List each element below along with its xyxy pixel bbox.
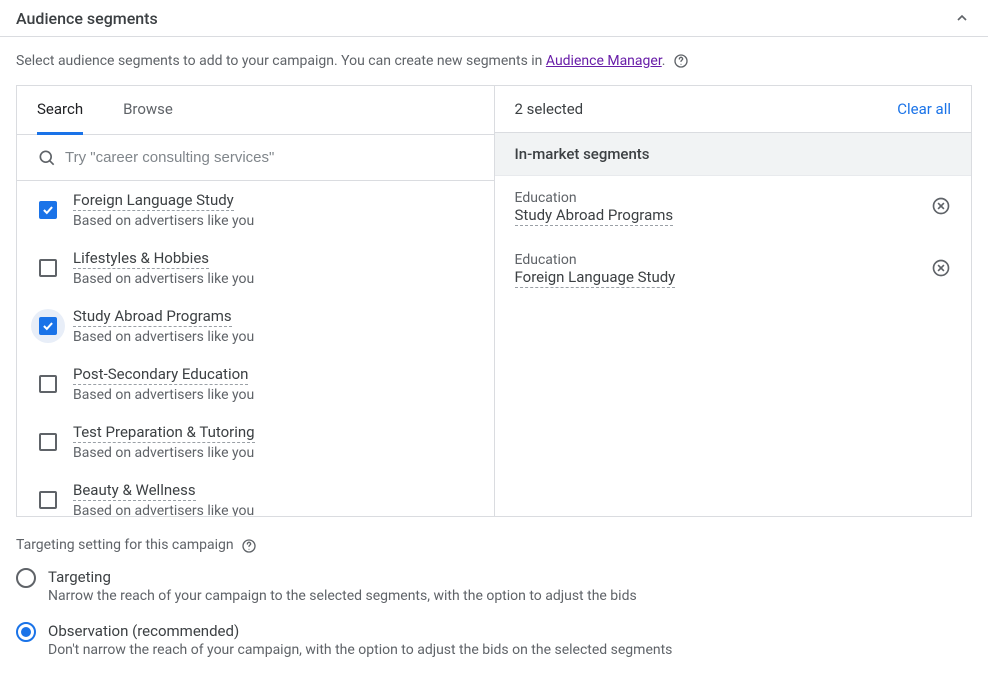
intro-suffix: . — [662, 53, 669, 69]
selected-count: 2 selected — [515, 100, 584, 118]
radio-label: Observation (recommended) — [48, 622, 972, 640]
segment-subtitle: Based on advertisers like you — [73, 503, 474, 516]
segment-text: Post-Secondary Education Based on adverti… — [73, 365, 474, 403]
selected-title: Foreign Language Study — [515, 268, 676, 288]
search-icon — [37, 148, 57, 168]
segment-checkbox-wrap[interactable] — [31, 367, 65, 401]
targeting-title: Targeting setting for this campaign — [16, 537, 972, 553]
section-title: Audience segments — [16, 9, 158, 28]
segment-item[interactable]: Foreign Language Study Based on advertise… — [17, 181, 494, 239]
remove-icon[interactable] — [931, 258, 951, 278]
segment-title: Test Preparation & Tutoring — [73, 423, 255, 443]
radio-description: Narrow the reach of your campaign to the… — [48, 588, 972, 604]
segment-title: Study Abroad Programs — [73, 307, 232, 327]
segment-checkbox[interactable] — [39, 317, 57, 335]
segment-subtitle: Based on advertisers like you — [73, 213, 474, 229]
left-pane: Search Browse Foreign Language Study Base… — [17, 86, 495, 516]
segment-text: Study Abroad Programs Based on advertiser… — [73, 307, 474, 345]
segment-subtitle: Based on advertisers like you — [73, 271, 474, 287]
radio-label: Targeting — [48, 568, 972, 586]
segment-checkbox[interactable] — [39, 259, 57, 277]
segment-checkbox[interactable] — [39, 201, 57, 219]
segment-title: Post-Secondary Education — [73, 365, 248, 385]
help-icon[interactable] — [241, 538, 257, 554]
segment-checkbox-wrap[interactable] — [31, 309, 65, 343]
targeting-option[interactable]: Observation (recommended) Don't narrow th… — [16, 622, 972, 658]
selected-title: Study Abroad Programs — [515, 206, 674, 226]
selected-header: 2 selected Clear all — [495, 86, 972, 133]
remove-icon[interactable] — [931, 196, 951, 216]
radio-text: Observation (recommended) Don't narrow th… — [48, 622, 972, 658]
search-input[interactable] — [65, 143, 474, 172]
targeting-option[interactable]: Targeting Narrow the reach of your campai… — [16, 568, 972, 604]
segment-list[interactable]: Foreign Language Study Based on advertise… — [17, 181, 494, 516]
segment-item[interactable]: Beauty & Wellness Based on advertisers li… — [17, 471, 494, 516]
help-icon[interactable] — [673, 53, 689, 69]
segment-subtitle: Based on advertisers like you — [73, 387, 474, 403]
radio-text: Targeting Narrow the reach of your campai… — [48, 568, 972, 604]
selected-category: Education — [515, 190, 920, 206]
collapse-icon[interactable] — [952, 8, 972, 28]
segment-item[interactable]: Lifestyles & Hobbies Based on advertisers… — [17, 239, 494, 297]
segment-checkbox[interactable] — [39, 375, 57, 393]
segment-checkbox-wrap[interactable] — [31, 251, 65, 285]
intro-prefix: Select audience segments to add to your … — [16, 53, 546, 69]
segment-text: Test Preparation & Tutoring Based on adve… — [73, 423, 474, 461]
radio-description: Don't narrow the reach of your campaign,… — [48, 642, 972, 658]
section-header[interactable]: Audience segments — [0, 0, 988, 37]
tab-bar: Search Browse — [17, 86, 494, 135]
segment-title: Foreign Language Study — [73, 191, 234, 211]
tab-search[interactable]: Search — [37, 86, 83, 135]
clear-all-button[interactable]: Clear all — [897, 100, 951, 118]
radio-button[interactable] — [16, 622, 36, 642]
tab-browse[interactable]: Browse — [123, 86, 173, 134]
segment-text: Foreign Language Study Based on advertise… — [73, 191, 474, 229]
audience-manager-link[interactable]: Audience Manager — [546, 53, 662, 69]
targeting-section: Targeting setting for this campaign Targ… — [0, 517, 988, 695]
segment-text: Lifestyles & Hobbies Based on advertisers… — [73, 249, 474, 287]
segment-title: Beauty & Wellness — [73, 481, 196, 501]
segment-checkbox[interactable] — [39, 491, 57, 509]
segment-subtitle: Based on advertisers like you — [73, 445, 474, 461]
selected-category: Education — [515, 252, 920, 268]
segment-checkbox[interactable] — [39, 433, 57, 451]
segment-checkbox-wrap[interactable] — [31, 425, 65, 459]
selected-list: EducationStudy Abroad ProgramsEducationF… — [495, 176, 972, 516]
selected-item: EducationStudy Abroad Programs — [495, 176, 972, 238]
segment-item[interactable]: Study Abroad Programs Based on advertiser… — [17, 297, 494, 355]
selected-text: EducationForeign Language Study — [515, 252, 920, 286]
segment-title: Lifestyles & Hobbies — [73, 249, 209, 269]
segment-item[interactable]: Post-Secondary Education Based on adverti… — [17, 355, 494, 413]
segment-checkbox-wrap[interactable] — [31, 483, 65, 516]
search-row — [17, 135, 494, 181]
segment-checkbox-wrap[interactable] — [31, 193, 65, 227]
selected-text: EducationStudy Abroad Programs — [515, 190, 920, 224]
segment-subtitle: Based on advertisers like you — [73, 329, 474, 345]
radio-button[interactable] — [16, 568, 36, 588]
subsection-header: In-market segments — [495, 133, 972, 176]
segment-item[interactable]: Test Preparation & Tutoring Based on adve… — [17, 413, 494, 471]
intro-text: Select audience segments to add to your … — [0, 37, 988, 85]
segments-panel: Search Browse Foreign Language Study Base… — [16, 85, 972, 517]
selected-item: EducationForeign Language Study — [495, 238, 972, 300]
right-pane: 2 selected Clear all In-market segments … — [495, 86, 972, 516]
segment-text: Beauty & Wellness Based on advertisers li… — [73, 481, 474, 516]
